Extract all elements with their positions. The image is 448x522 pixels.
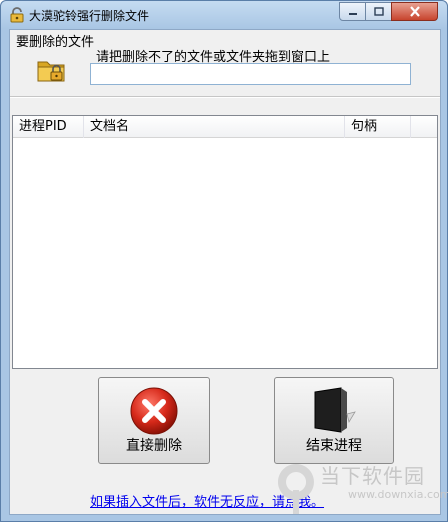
locked-folder-icon [37,61,65,82]
watermark-url: www.downxia.com [348,488,448,501]
column-header-document[interactable]: 文档名 [84,116,345,138]
red-x-icon [130,387,178,435]
delete-button[interactable]: 直接删除 [98,377,210,464]
maximize-button[interactable] [365,2,392,21]
client-area: 要删除的文件 请把删除不了的文件或文件夹拖到窗口上 进程PID 文档名 句柄 直… [9,29,448,515]
minimize-icon [348,12,357,15]
column-header-pid[interactable]: 进程PID [13,116,84,138]
process-list-header: 进程PID 文档名 句柄 [13,116,437,138]
minimize-button[interactable] [339,2,366,21]
file-path-input[interactable] [90,63,411,85]
watermark-text: 当下软件园 [320,464,425,488]
kill-process-button[interactable]: 结束进程 [274,377,394,464]
delete-button-label: 直接删除 [126,438,182,454]
lock-icon [10,7,24,23]
maximize-icon [373,7,384,16]
close-icon [409,6,420,17]
divider [10,96,440,98]
process-list[interactable]: 进程PID 文档名 句柄 [12,115,438,369]
file-group-label: 要删除的文件 [16,35,95,50]
window-title: 大漠驼铃强行删除文件 [29,9,150,23]
kill-process-button-label: 结束进程 [306,438,362,454]
title-bar[interactable]: 大漠驼铃强行删除文件 [1,1,447,29]
close-button[interactable] [391,2,438,21]
app-window: 大漠驼铃强行删除文件 要删除的文件 请把删除不了的文件或文件夹拖到窗口上 进程P… [0,0,448,522]
column-header-handle[interactable]: 句柄 [345,116,411,138]
watermark-logo-icon [277,464,314,514]
black-panel-icon [314,387,356,433]
